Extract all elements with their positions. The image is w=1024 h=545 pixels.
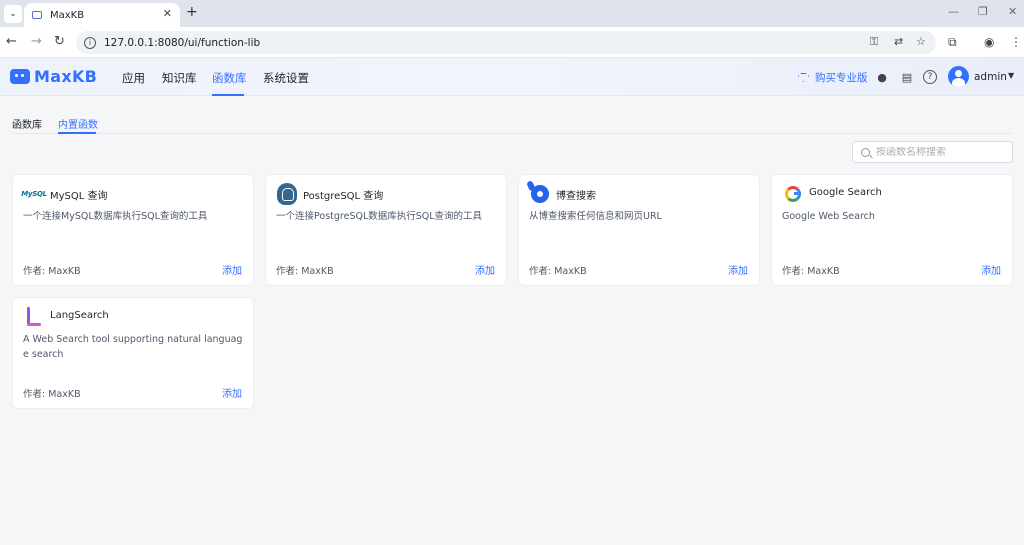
add-button[interactable]: 添加 <box>728 262 748 277</box>
browser-tab-bar: ⌄ MaxKB ✕ + — ❐ ✕ <box>0 0 1024 27</box>
app-header: MaxKB 应用 知识库 函数库 系统设置 购买专业版 ● ▤ ? admin … <box>0 58 1024 96</box>
card-author: 作者: MaxKB <box>23 266 81 277</box>
site-info-icon[interactable]: i <box>84 36 96 49</box>
maxkb-logo-icon <box>10 69 30 84</box>
card-description: 一个连接PostgreSQL数据库执行SQL查询的工具 <box>276 211 483 222</box>
minimize-icon[interactable]: — <box>948 5 959 18</box>
postgresql-icon <box>276 183 298 205</box>
function-card-langsearch[interactable]: LangSearch A Web Search tool supporting … <box>12 297 254 409</box>
chevron-down-icon[interactable]: ▼ <box>1008 71 1014 80</box>
help-icon[interactable]: ? <box>923 70 937 84</box>
github-icon[interactable]: ● <box>875 70 889 84</box>
buy-pro-button[interactable]: 购买专业版 <box>798 70 868 85</box>
diamond-icon <box>798 73 809 82</box>
main-content: 函数库 内置函数 MySQL MySQL 查询 一个连接MySQL数据库执行SQ… <box>0 96 1024 545</box>
url-text: 127.0.0.1:8080/ui/function-lib <box>104 36 261 49</box>
card-author: 作者: MaxKB <box>23 389 81 400</box>
nav-app[interactable]: 应用 <box>122 70 145 86</box>
back-icon[interactable]: ← <box>6 34 17 49</box>
tab-close-icon[interactable]: ✕ <box>163 7 172 20</box>
function-card-google[interactable]: Google Search Google Web Search 作者: MaxK… <box>771 174 1013 286</box>
add-button[interactable]: 添加 <box>222 262 242 277</box>
mysql-icon: MySQL <box>21 190 47 198</box>
extensions-icon[interactable]: ⧉ <box>948 35 957 50</box>
add-button[interactable]: 添加 <box>981 262 1001 277</box>
search-input[interactable] <box>876 146 1006 158</box>
tab-favicon-icon <box>32 11 42 19</box>
subtab-builtin[interactable]: 内置函数 <box>58 116 98 131</box>
browser-address-bar: ← → ↻ i 127.0.0.1:8080/ui/function-lib ⚿… <box>0 27 1024 58</box>
docs-icon[interactable]: ▤ <box>900 70 914 84</box>
card-description: 从博查搜索任何信息和网页URL <box>529 211 662 222</box>
password-key-icon[interactable]: ⚿ <box>870 35 878 49</box>
langsearch-icon <box>23 306 45 328</box>
avatar[interactable] <box>948 66 969 87</box>
card-title: 博查搜索 <box>556 191 596 202</box>
window-close-icon[interactable]: ✕ <box>1008 5 1017 18</box>
card-title: MySQL 查询 <box>50 191 108 202</box>
url-field[interactable]: i 127.0.0.1:8080/ui/function-lib ⚿ ⇄ ☆ <box>76 31 936 54</box>
translate-icon[interactable]: ⇄ <box>894 35 903 48</box>
card-title: PostgreSQL 查询 <box>303 191 384 202</box>
card-description: A Web Search tool supporting natural lan… <box>23 334 243 360</box>
reload-icon[interactable]: ↻ <box>54 34 65 49</box>
browser-tab[interactable]: MaxKB ✕ <box>24 3 180 27</box>
tab-list-icon[interactable]: ⌄ <box>4 5 22 23</box>
tab-title: MaxKB <box>50 9 85 21</box>
card-description: Google Web Search <box>782 211 875 222</box>
logo-text: MaxKB <box>34 67 98 86</box>
add-button[interactable]: 添加 <box>475 262 495 277</box>
card-description: 一个连接MySQL数据库执行SQL查询的工具 <box>23 211 208 222</box>
nav-function-lib[interactable]: 函数库 <box>212 70 247 86</box>
buy-pro-label: 购买专业版 <box>815 72 868 84</box>
nav-knowledge[interactable]: 知识库 <box>162 70 197 86</box>
bocha-icon <box>529 183 551 205</box>
card-author: 作者: MaxKB <box>529 266 587 277</box>
forward-icon[interactable]: → <box>31 34 42 49</box>
add-button[interactable]: 添加 <box>222 385 242 400</box>
browser-menu-icon[interactable]: ⋮ <box>1010 35 1022 49</box>
card-author: 作者: MaxKB <box>276 266 334 277</box>
function-card-mysql[interactable]: MySQL MySQL 查询 一个连接MySQL数据库执行SQL查询的工具 作者… <box>12 174 254 286</box>
card-title: LangSearch <box>50 310 109 321</box>
logo[interactable]: MaxKB <box>10 67 97 86</box>
subtab-function-lib[interactable]: 函数库 <box>12 116 42 131</box>
bookmark-star-icon[interactable]: ☆ <box>916 35 926 48</box>
restore-icon[interactable]: ❐ <box>978 5 988 18</box>
user-name[interactable]: admin <box>974 71 1007 83</box>
search-box <box>852 141 1013 163</box>
card-title: Google Search <box>809 187 882 198</box>
nav-system-settings[interactable]: 系统设置 <box>263 70 309 86</box>
subtab-active-indicator <box>58 132 96 134</box>
card-author: 作者: MaxKB <box>782 266 840 277</box>
search-icon <box>861 147 870 157</box>
subtab-divider <box>12 133 1012 134</box>
function-card-bocha[interactable]: 博查搜索 从博查搜索任何信息和网页URL 作者: MaxKB 添加 <box>518 174 760 286</box>
new-tab-icon[interactable]: + <box>186 4 198 20</box>
google-icon <box>782 183 804 205</box>
function-card-postgresql[interactable]: PostgreSQL 查询 一个连接PostgreSQL数据库执行SQL查询的工… <box>265 174 507 286</box>
profile-icon[interactable]: ◉ <box>984 35 994 49</box>
